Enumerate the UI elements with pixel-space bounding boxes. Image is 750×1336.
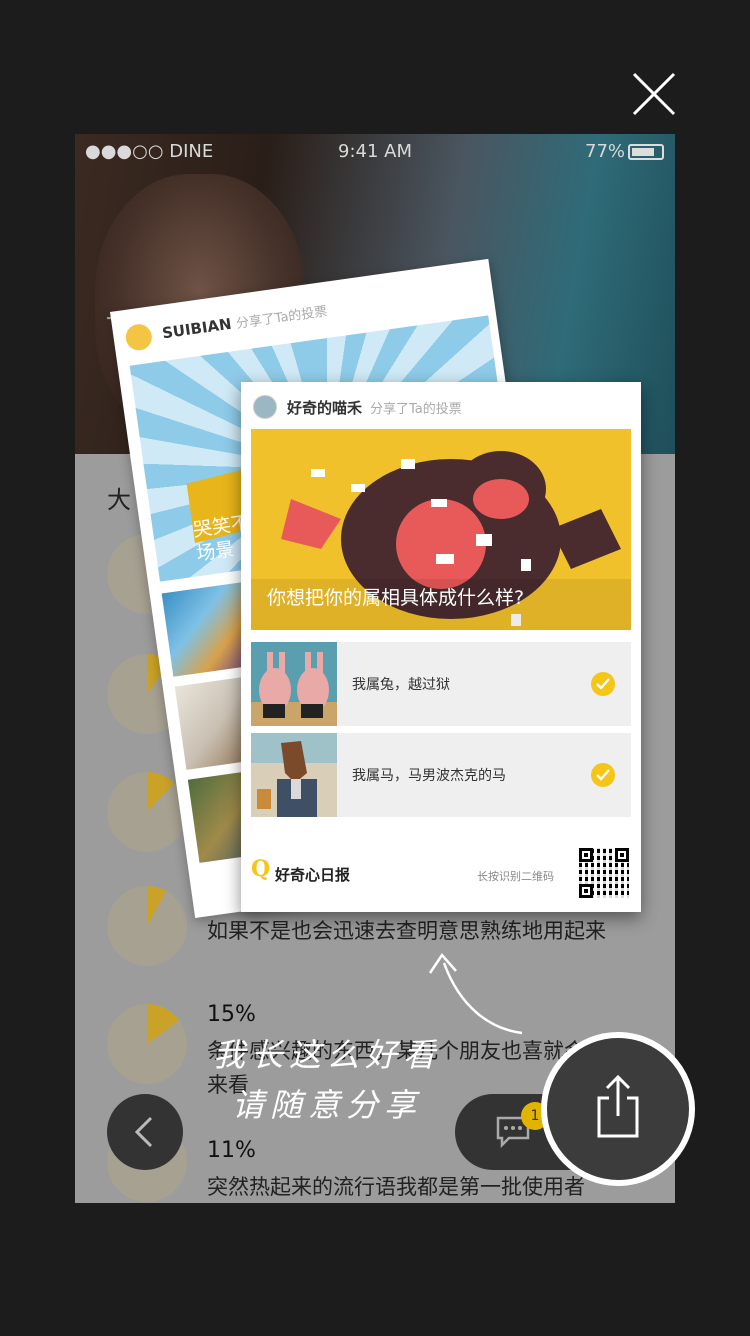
promo-text-line1: 我长这么好看 — [213, 1036, 442, 1074]
battery-icon — [628, 144, 664, 160]
option-thumbnail-rabbits — [251, 642, 337, 726]
check-icon — [591, 672, 615, 696]
question-title: 你想把你的属相具体成什么样? — [267, 587, 525, 609]
option-label: 我属兔，越过狱 — [352, 677, 450, 693]
card-shared-text: 分享了Ta的投票 — [370, 401, 462, 417]
result-percent: 15% — [207, 1002, 256, 1027]
close-icon — [632, 72, 676, 116]
result-pie — [107, 1004, 187, 1084]
option-thumbnail — [161, 582, 253, 677]
carrier-text: ●●●○○ DINE — [85, 141, 214, 162]
clock-text: 9:41 AM — [338, 141, 412, 162]
status-bar: ●●●○○ DINE 9:41 AM 77% — [75, 134, 675, 170]
chevron-left-icon — [134, 1116, 153, 1148]
shared-vote-card: 好奇的喵禾 分享了Ta的投票 你想把你的属相具体成什么样? 我属兔，越过狱 我属… — [241, 382, 641, 912]
section-title: 大 — [107, 486, 131, 514]
result-pie — [107, 886, 187, 966]
brand-name: 好奇心日报 — [275, 866, 351, 884]
qr-code — [579, 848, 629, 898]
promo-text-line2: 请随意分享 — [232, 1086, 423, 1124]
option-thumbnail-horse — [251, 733, 337, 817]
card-footer: Q 好奇心日报 长按识别二维码 — [251, 838, 631, 902]
share-button[interactable] — [541, 1032, 695, 1186]
back-button[interactable] — [107, 1094, 183, 1170]
card-username: 好奇的喵禾 — [287, 398, 363, 417]
vote-option: 我属兔，越过狱 — [251, 642, 631, 726]
battery-percent: 77% — [585, 141, 626, 162]
avatar — [253, 395, 277, 419]
card-back-username: SUIBIAN — [161, 314, 233, 343]
brand-logo: Q — [251, 856, 271, 882]
arrow-icon — [428, 952, 523, 1035]
card-back-shared-text: 分享了Ta的投票 — [235, 304, 329, 332]
result-text: 突然热起来的流行语我都是第一批使用者 — [207, 1175, 585, 1199]
check-icon — [591, 763, 615, 787]
question-banner-image: 你想把你的属相具体成什么样? — [251, 429, 631, 630]
vote-option: 我属马，马男波杰克的马 — [251, 733, 631, 817]
share-icon — [597, 1074, 639, 1138]
result-text: 如果不是也会迅速去查明意思熟练地用起来 — [207, 919, 606, 943]
qr-hint-text: 长按识别二维码 — [477, 870, 554, 883]
avatar — [124, 322, 154, 352]
result-percent: 11% — [207, 1138, 256, 1163]
close-button[interactable] — [626, 66, 682, 122]
result-pie — [107, 772, 187, 852]
option-label: 我属马，马男波杰克的马 — [352, 768, 506, 784]
card-header: 好奇的喵禾 分享了Ta的投票 — [253, 394, 462, 420]
